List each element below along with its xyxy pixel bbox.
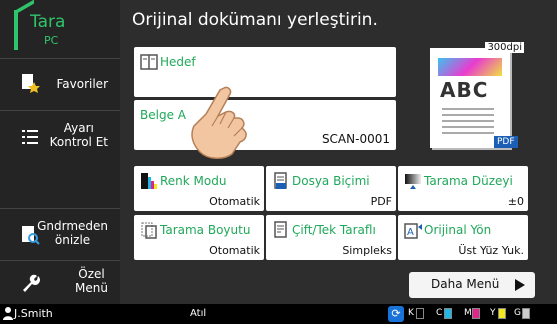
scan-preview: ABC 300dpi PDF — [428, 42, 524, 150]
sidebar-item-label: Ayarı Kontrol Et — [49, 121, 108, 149]
color-mode-icon — [141, 173, 157, 189]
preview-line — [442, 126, 494, 128]
ink-letter: G — [514, 308, 521, 318]
ink-letter: C — [436, 308, 443, 318]
sidebar: Tara PC Favoriler Ayarı Kontrol Et Gndrm… — [0, 0, 120, 304]
ink-swatch — [522, 308, 530, 319]
setting-label: Tarama Boyutu — [160, 223, 251, 237]
scan-size-icon — [141, 222, 157, 239]
sidebar-item-label: Özel Menü — [75, 267, 108, 295]
ink-letter: Y — [490, 308, 496, 318]
preview-line — [442, 114, 494, 116]
home-subtitle: PC — [44, 34, 59, 47]
sidebar-item-label: Favoriler — [56, 77, 108, 91]
document-name-button[interactable]: Belge A SCAN-0001 — [134, 100, 396, 150]
ink-swatch — [472, 308, 480, 319]
original-orientation-button[interactable]: A Orijinal Yön Üst Yüz Yuk. — [398, 215, 528, 260]
sidebar-item-custom-menu[interactable]: Özel Menü — [0, 260, 120, 304]
sidebar-item-favorites[interactable]: Favoriler — [0, 58, 120, 110]
file-format-button[interactable]: Dosya Biçimi PDF — [266, 166, 396, 211]
setting-label: Tarama Düzeyi — [424, 174, 513, 188]
ink-letter: K — [408, 308, 414, 318]
arrow-right-icon — [515, 279, 525, 291]
preview-line — [442, 108, 494, 110]
sidebar-item-preview[interactable]: Gndrmeden önizle — [0, 208, 120, 260]
setting-label: Çift/Tek Taraflı — [292, 223, 376, 237]
preview-format-badge: PDF — [494, 136, 518, 148]
favorites-icon — [22, 74, 40, 93]
ink-level-y: Y — [490, 308, 506, 319]
touch-hand-icon — [191, 86, 247, 159]
list-icon — [22, 130, 38, 144]
sidebar-item-check-settings[interactable]: Ayarı Kontrol Et — [0, 110, 120, 162]
status-bar: J.Smith Atıl ⟳ K C M Y G — [0, 304, 557, 324]
ink-level-m: M — [464, 308, 480, 319]
scan-size-button[interactable]: Tarama Boyutu Otomatik — [134, 215, 264, 260]
setting-value: Otomatik — [209, 244, 260, 257]
more-menu-label: Daha Menü — [431, 277, 500, 291]
setting-label: Renk Modu — [160, 174, 227, 188]
address-book-icon — [140, 54, 158, 70]
orientation-icon: A — [404, 223, 422, 239]
user-name: J.Smith — [14, 307, 53, 320]
scan-screen: Tara PC Favoriler Ayarı Kontrol Et Gndrm… — [0, 0, 557, 324]
home-accent-bar — [14, 10, 18, 50]
setting-value: ±0 — [507, 195, 524, 208]
preview-line — [442, 132, 494, 134]
color-mode-button[interactable]: Renk Modu Otomatik — [134, 166, 264, 211]
scan-level-button[interactable]: Tarama Düzeyi ±0 — [398, 166, 528, 211]
setting-label: Dosya Biçimi — [292, 174, 370, 188]
page-title: Orijinal dokümanı yerleştirin. — [132, 10, 378, 30]
svg-text:A: A — [407, 227, 414, 238]
setting-value: Otomatik — [209, 195, 260, 208]
home-title: Tara — [30, 12, 66, 32]
setting-label: Orijinal Yön — [424, 223, 492, 237]
ink-swatch — [416, 308, 424, 319]
home-scan-pc-button[interactable]: Tara PC — [8, 0, 116, 50]
setting-value: PDF — [370, 195, 392, 208]
ink-level-c: C — [436, 308, 452, 319]
document-name-value: SCAN-0001 — [321, 132, 390, 146]
preview-line — [442, 120, 494, 122]
ink-level-k: K — [408, 308, 424, 319]
preview-text: ABC — [440, 78, 489, 102]
ink-swatch — [498, 308, 506, 319]
user-icon — [3, 307, 13, 320]
setting-value: Simpleks — [342, 244, 392, 257]
wrench-icon — [23, 274, 40, 292]
destination-label: Hedef — [160, 55, 196, 69]
destination-button[interactable]: Hedef — [134, 47, 396, 97]
preview-dpi: 300dpi — [485, 42, 524, 53]
setting-value: Üst Yüz Yuk. — [458, 244, 524, 257]
sidebar-item-label: Gndrmeden önizle — [37, 219, 108, 247]
preview-image — [438, 58, 502, 76]
ink-swatch — [444, 308, 452, 319]
machine-status: Atıl — [190, 308, 207, 319]
duplex-icon — [274, 221, 287, 238]
duplex-button[interactable]: Çift/Tek Taraflı Simpleks — [266, 215, 396, 260]
preview-paper: ABC — [430, 48, 510, 148]
scan-level-icon — [405, 174, 421, 189]
ink-letter: M — [464, 308, 472, 318]
more-menu-button[interactable]: Daha Menü — [409, 272, 535, 298]
file-format-icon — [274, 172, 287, 189]
refresh-icon[interactable]: ⟳ — [388, 306, 404, 322]
ink-level-g: G — [514, 308, 530, 319]
